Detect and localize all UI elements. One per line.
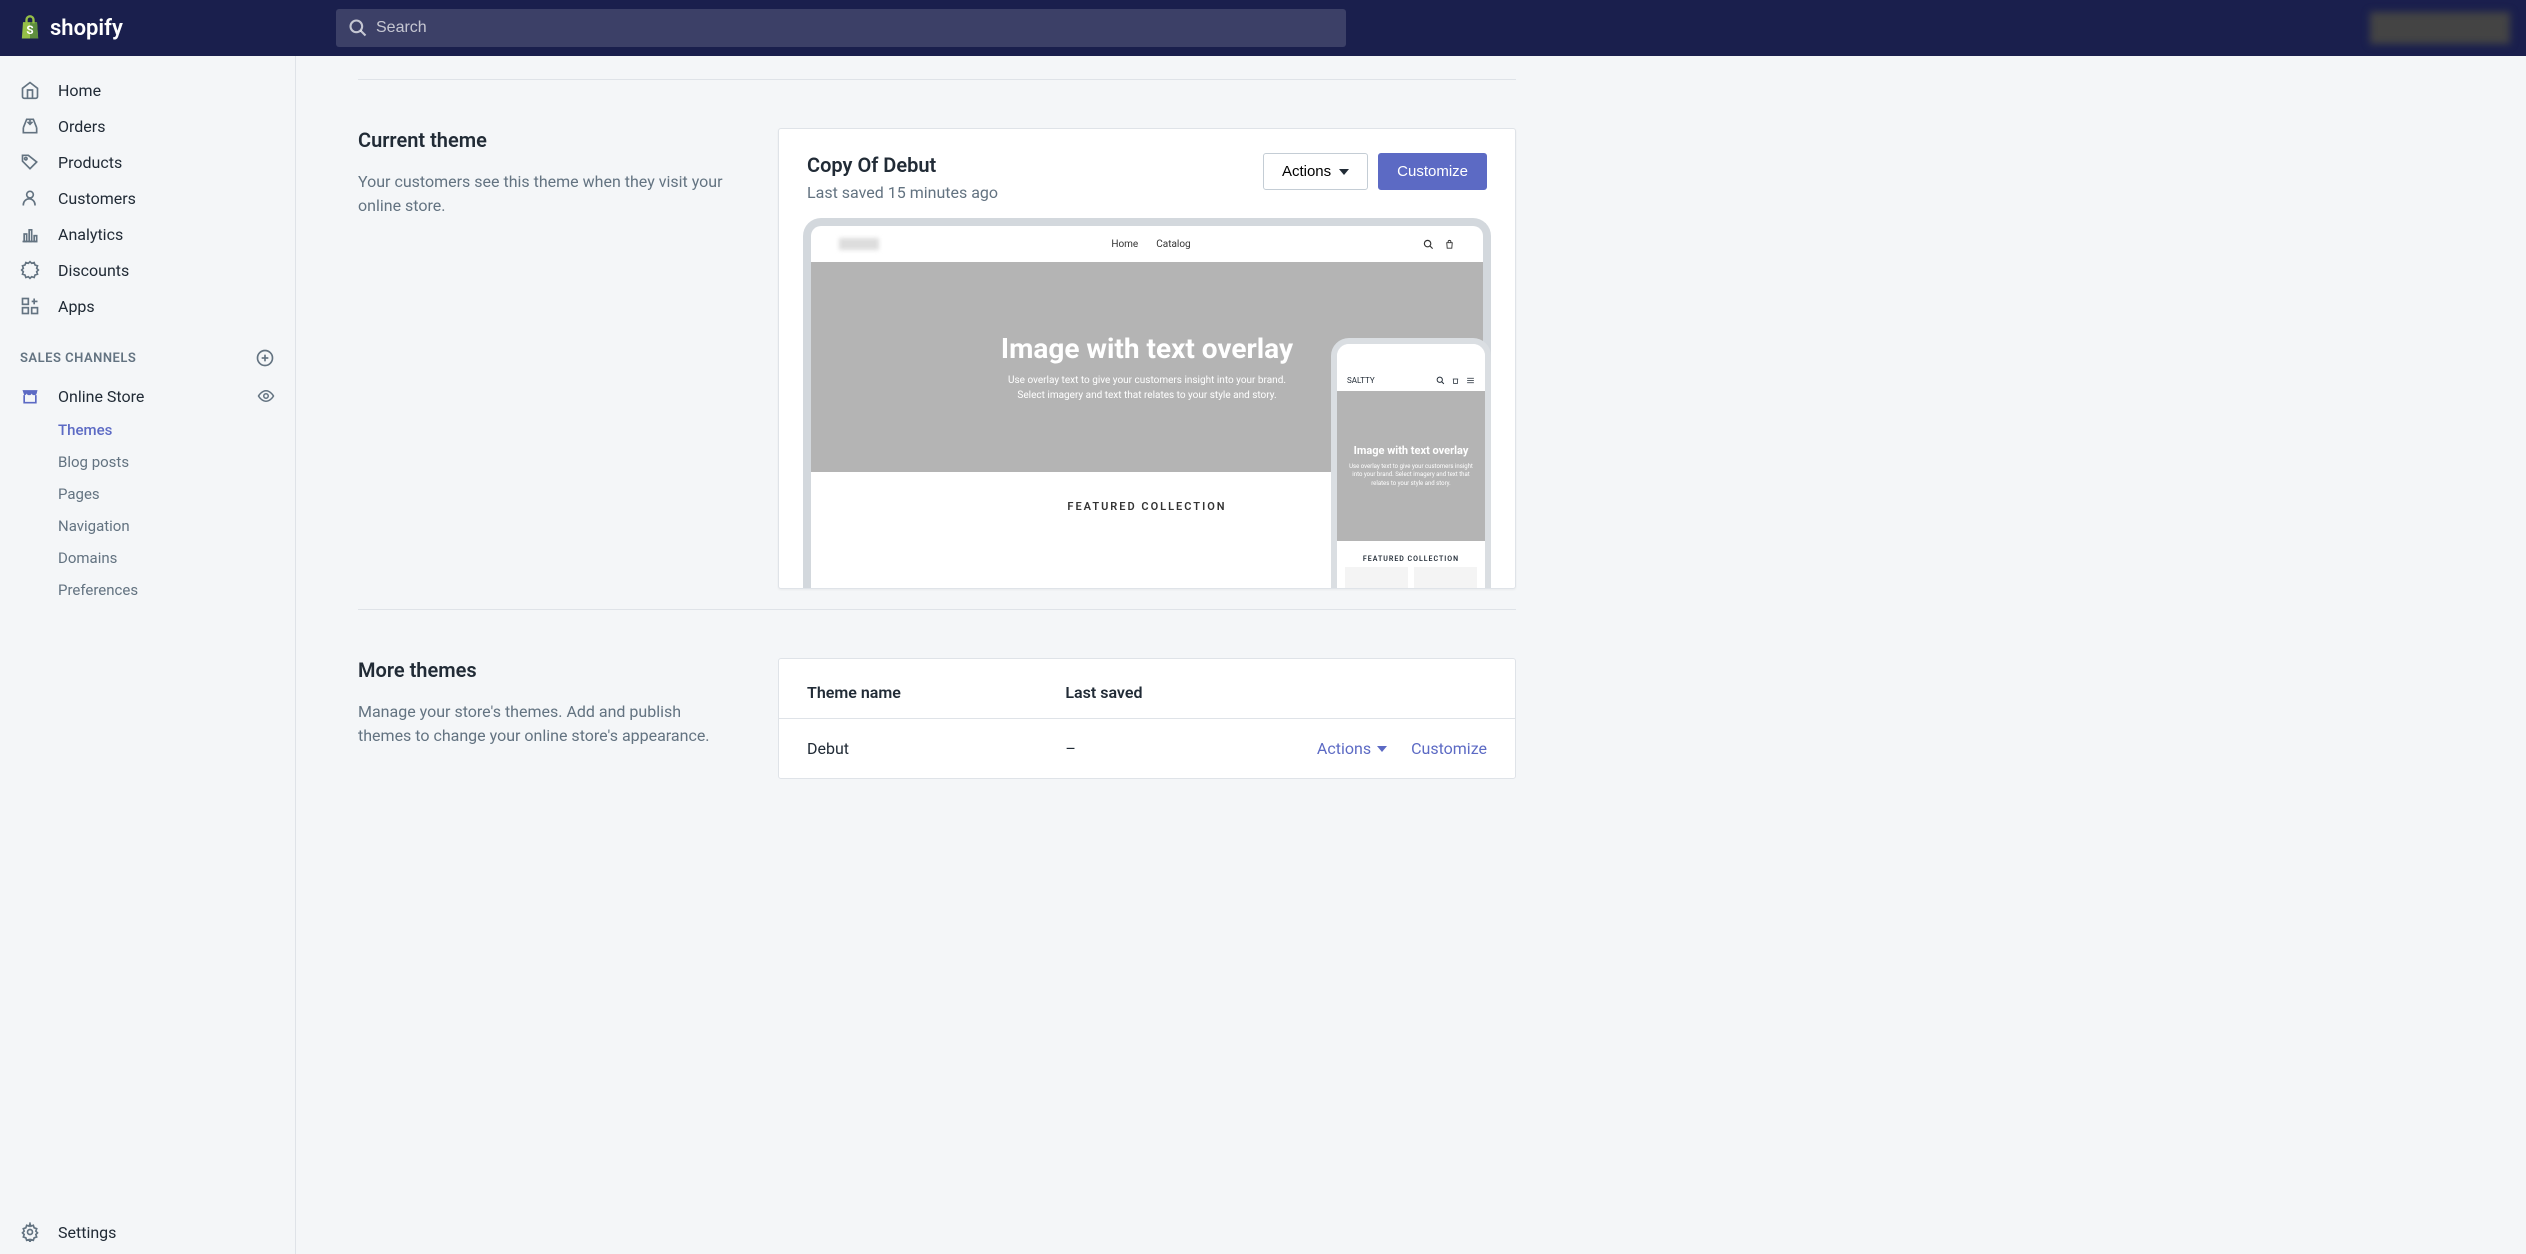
bag-icon (1444, 239, 1455, 250)
svg-text:S: S (26, 23, 33, 37)
tag-icon (20, 152, 40, 172)
nav-discounts[interactable]: Discounts (0, 252, 295, 288)
col-last-saved: Last saved (1065, 683, 1487, 702)
subnav-navigation[interactable]: Navigation (58, 510, 295, 542)
person-icon (20, 188, 40, 208)
settings-label: Settings (58, 1223, 116, 1242)
nav-label: Home (58, 81, 101, 100)
subnav-pages[interactable]: Pages (58, 478, 295, 510)
gear-icon (20, 1222, 40, 1242)
nav-label: Apps (58, 297, 95, 316)
row-actions-button[interactable]: Actions (1317, 739, 1387, 758)
discount-icon (20, 260, 40, 280)
row-last-saved: – (1065, 739, 1076, 758)
menu-icon (1466, 376, 1475, 385)
bag-icon (1451, 376, 1460, 385)
current-theme-heading: Current theme (358, 128, 738, 152)
brand-logo[interactable]: S shopify (16, 14, 296, 42)
nav-analytics[interactable]: Analytics (0, 216, 295, 252)
theme-preview: Home Catalog Image with text overlay Use… (779, 218, 1515, 588)
subnav-domains[interactable]: Domains (58, 542, 295, 574)
nav-customers[interactable]: Customers (0, 180, 295, 216)
current-theme-card: Copy Of Debut Last saved 15 minutes ago … (778, 128, 1516, 589)
nav-orders[interactable]: Orders (0, 108, 295, 144)
more-themes-heading: More themes (358, 658, 738, 682)
theme-row: Debut – Actions Customize (779, 719, 1515, 778)
search-icon (1436, 376, 1445, 385)
apps-icon (20, 296, 40, 316)
nav-label: Orders (58, 117, 105, 136)
subnav-preferences[interactable]: Preferences (58, 574, 295, 606)
main-content: Current theme Your customers see this th… (296, 56, 1556, 819)
row-customize-button[interactable]: Customize (1411, 739, 1487, 758)
preview-logo (839, 238, 879, 250)
themes-table: Theme name Last saved Debut – Actions Cu… (778, 658, 1516, 779)
nav-label: Products (58, 153, 122, 172)
theme-name: Copy Of Debut (807, 153, 998, 177)
preview-hero-title: Image with text overlay (1001, 332, 1293, 365)
chart-icon (20, 224, 40, 244)
home-icon (20, 80, 40, 100)
nav-home[interactable]: Home (0, 72, 295, 108)
more-themes-desc: Manage your store's themes. Add and publ… (358, 700, 738, 748)
inbox-icon (20, 116, 40, 136)
mobile-preview: SALTTY Image with text overlay Use overl… (1331, 338, 1491, 588)
subnav-themes[interactable]: Themes (58, 414, 295, 446)
sales-channels-header: SALES CHANNELS (0, 324, 295, 378)
actions-button[interactable]: Actions (1263, 153, 1368, 190)
current-theme-desc: Your customers see this theme when they … (358, 170, 738, 218)
nav-label: Analytics (58, 225, 123, 244)
subnav-blog-posts[interactable]: Blog posts (58, 446, 295, 478)
caret-down-icon (1339, 169, 1349, 175)
nav-products[interactable]: Products (0, 144, 295, 180)
top-bar: S shopify (0, 0, 2526, 56)
customize-button[interactable]: Customize (1378, 153, 1487, 190)
channel-online-store[interactable]: Online Store (0, 378, 295, 414)
add-channel-icon[interactable] (255, 348, 275, 368)
col-theme-name: Theme name (807, 683, 1065, 702)
nav-settings[interactable]: Settings (0, 1209, 295, 1254)
mobile-brand: SALTTY (1347, 376, 1375, 385)
nav-label: Discounts (58, 261, 129, 280)
eye-icon[interactable] (257, 387, 275, 405)
nav-label: Customers (58, 189, 136, 208)
search-input[interactable] (336, 9, 1346, 47)
user-avatar[interactable] (2370, 12, 2510, 44)
last-saved: Last saved 15 minutes ago (807, 183, 998, 202)
row-theme-name: Debut (807, 739, 1065, 758)
channel-label: Online Store (58, 387, 144, 406)
sidebar: Home Orders Products Customers Analytics… (0, 56, 296, 1254)
store-icon (20, 386, 40, 406)
brand-name: shopify (50, 16, 123, 41)
shopify-bag-icon: S (16, 14, 44, 42)
nav-apps[interactable]: Apps (0, 288, 295, 324)
search-icon (1423, 239, 1434, 250)
caret-down-icon (1377, 746, 1387, 752)
